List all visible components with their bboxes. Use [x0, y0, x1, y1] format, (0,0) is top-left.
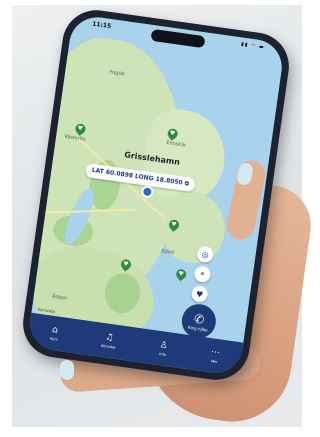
tab-home[interactable]: ⌂ Hem — [49, 324, 60, 342]
copy-icon[interactable]: ⧉ — [184, 180, 189, 188]
heart-icon: ♥ — [77, 124, 84, 133]
tab-info[interactable]: ♙ Info — [158, 339, 169, 357]
heart-icon: ♥ — [170, 220, 178, 229]
call-help-label: Ring hjälp — [187, 324, 209, 332]
longitude-text: LONG 18.8050 — [134, 172, 184, 187]
more-icon: ⋯ — [210, 346, 221, 358]
tab-label: Info — [159, 351, 167, 357]
defibrillator-button[interactable]: ♥ — [190, 285, 209, 304]
layers-icon: ◎ — [201, 249, 210, 260]
camera-notch — [150, 28, 206, 49]
tab-label: Aktivitet — [100, 343, 116, 350]
heart-icon: ♥ — [169, 129, 176, 138]
tab-label: Mer — [210, 358, 218, 364]
location-pin-icon: ⌖ — [199, 268, 206, 279]
tab-activity[interactable]: ♫ Aktivitet — [101, 332, 118, 349]
home-icon: ⌂ — [51, 324, 59, 336]
fingernail — [60, 360, 74, 380]
heart-icon: ♥ — [178, 269, 185, 278]
tab-label: Hem — [49, 336, 59, 342]
heart-icon: ♥ — [122, 260, 130, 268]
status-icons: ▮▮ ◠ ▬ — [240, 41, 265, 51]
phone-icon: ✆ — [193, 311, 206, 327]
tab-more[interactable]: ⋯ Mer — [209, 346, 221, 364]
heart-icon: ♥ — [195, 289, 204, 299]
status-time: 11:15 — [91, 20, 112, 31]
locate-button[interactable]: ⌖ — [193, 265, 212, 284]
person-icon: ♙ — [159, 339, 169, 351]
bell-icon: ♫ — [104, 331, 115, 343]
map-label: Bjärö — [160, 248, 175, 257]
map-pin[interactable]: ♥ — [174, 267, 189, 282]
latitude-text: LAT 60.0898 — [91, 166, 134, 180]
